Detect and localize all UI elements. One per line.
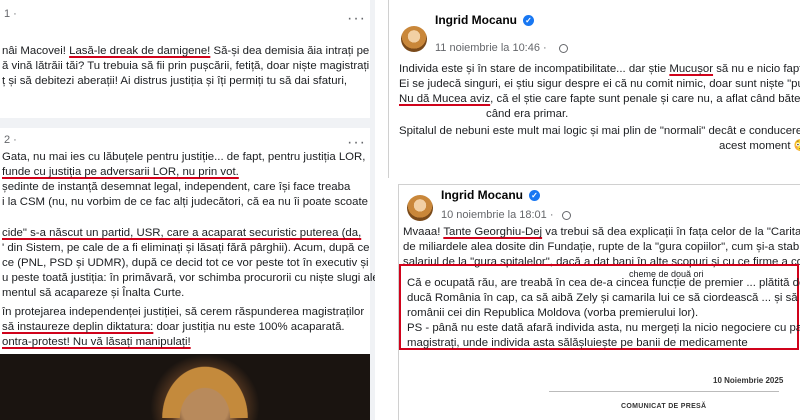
avatar[interactable] xyxy=(401,26,427,52)
avatar[interactable] xyxy=(407,195,433,221)
post-line: când era primar. xyxy=(486,108,569,120)
document-heading: COMUNICAT DE PRESĂ xyxy=(621,403,707,410)
post-line: Ei se judecă singuri, ei știu sigur desp… xyxy=(399,78,800,90)
verified-badge-icon: ✓ xyxy=(529,190,540,201)
post-line: în protejarea independenței justiției, s… xyxy=(2,306,365,318)
post-line: ț și să debitezi aberații! Ai distrus ju… xyxy=(2,75,348,87)
post-line: să instaureze deplin diktatura: doar jus… xyxy=(2,321,345,333)
post-line: acest moment 😳 xyxy=(719,140,800,152)
post-line: Individa este și în stare de incompatibi… xyxy=(399,63,800,75)
post-line: i la CSM (nu, nu vorbim de ce fac alți j… xyxy=(2,196,368,208)
more-options-icon[interactable]: ··· xyxy=(347,11,366,27)
author-name[interactable]: Ingrid Mocanu xyxy=(435,13,517,27)
post-line: nâi Macovei! Lasă-le dreak de damigene! … xyxy=(2,45,370,57)
right-post-top: Ingrid Mocanu ✓ 11 noiembrie la 10:46 · … xyxy=(388,0,800,178)
boxed-line: ducă România în cap, ca să aibă Zely și … xyxy=(407,292,800,304)
post-card: 1 · ··· nâi Macovei! Lasă-le dreak de da… xyxy=(0,0,370,118)
post-meta: 1 · xyxy=(4,8,17,20)
author-name[interactable]: Ingrid Mocanu xyxy=(441,188,523,202)
document-date: 10 Noiembrie 2025 xyxy=(713,376,784,385)
globe-icon xyxy=(559,44,568,53)
document-divider xyxy=(549,391,779,392)
post-line: Gata, nu mai ies cu lăbuțele pentru just… xyxy=(2,151,366,163)
post-photo[interactable] xyxy=(0,354,370,420)
post-line: u peste toată justiția: în primăvară, vo… xyxy=(2,272,375,284)
post-line: mentul să acapareze și Înalta Curte. xyxy=(2,287,185,299)
post-line: Nu dă Mucea aviz, că el știe care fapte … xyxy=(399,93,800,105)
post-date[interactable]: 10 noiembrie la 18:01 · xyxy=(441,209,554,221)
post-line: funde cu justiția pe adversarii LOR, nu … xyxy=(2,166,239,178)
left-post-top: 1 · ··· nâi Macovei! Lasă-le dreak de da… xyxy=(0,0,375,122)
post-line: ' din Sistem, pe cale de a fi eliminați … xyxy=(2,242,370,254)
post-line: ședinte de instanță desemnat legal, inde… xyxy=(2,181,351,193)
boxed-line: românii cei din Republica Moldova (vorba… xyxy=(407,307,699,319)
post-line: Spitalul de nebuni este mult mai logic ș… xyxy=(399,125,800,137)
post-line: de miliardele alea dosite din Fundație, … xyxy=(403,241,800,253)
left-post-bottom: 2 · ··· Gata, nu mai ies cu lăbuțele pen… xyxy=(0,122,375,420)
post-card: 2 · ··· Gata, nu mai ies cu lăbuțele pen… xyxy=(0,128,375,420)
post-line: ce (PNL, PSD și UDMR), după ce decid tot… xyxy=(2,257,369,269)
boxed-line: magistrați, unde individa asta sălășluie… xyxy=(407,337,748,349)
post-line: cide" s-a născut un partid, USR, care a … xyxy=(2,227,362,239)
boxed-line: Că e ocupată rău, are treabă în cea de-a… xyxy=(407,277,800,289)
post-line: Mvaaa! Tante Georghiu-Dej va trebui să d… xyxy=(403,226,800,238)
more-options-icon[interactable]: ··· xyxy=(347,135,366,151)
post-line: ă vină lătrăii tăi? Tu trebuia să fii pr… xyxy=(2,60,370,72)
post-date[interactable]: 11 noiembrie la 10:46 · xyxy=(435,42,547,54)
right-post-bottom: Ingrid Mocanu ✓ 10 noiembrie la 18:01 · … xyxy=(398,184,800,420)
post-meta: 2 · xyxy=(4,134,17,146)
post-line: ontra-protest! Nu vă lăsați manipulați! xyxy=(2,336,191,348)
globe-icon xyxy=(562,211,571,220)
verified-badge-icon: ✓ xyxy=(523,15,534,26)
boxed-line: PS - până nu este dată afară individa as… xyxy=(407,322,800,334)
